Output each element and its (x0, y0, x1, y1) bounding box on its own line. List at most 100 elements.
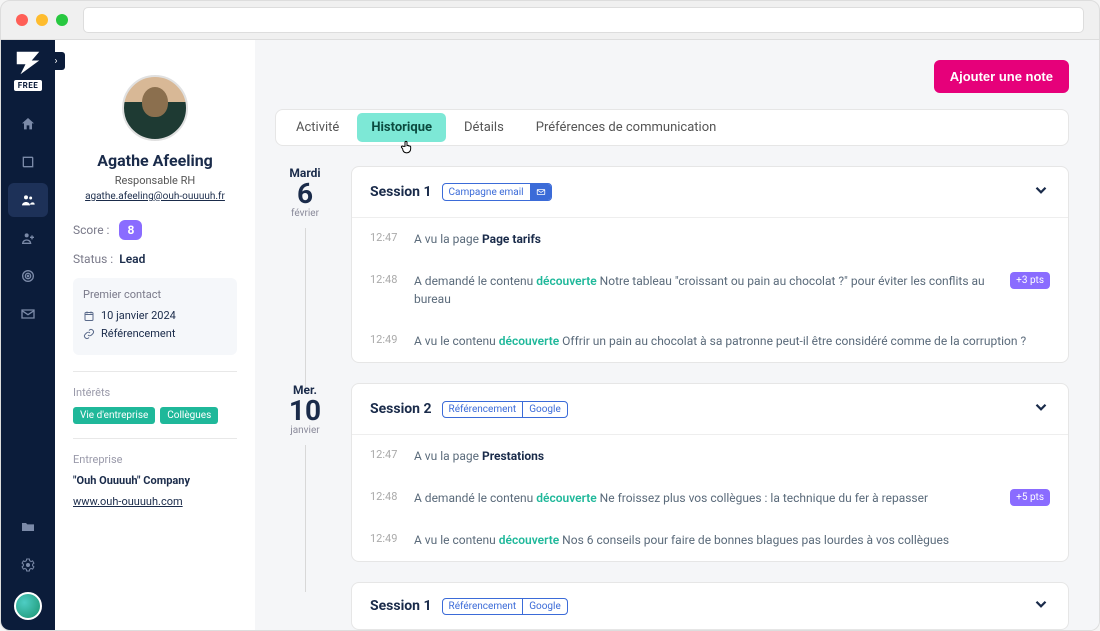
timeline-row: Mer. 10 janvier Session 2 Référencement … (275, 383, 1069, 562)
first-contact-date-text: 10 janvier 2024 (101, 309, 176, 322)
timeline-line (305, 228, 306, 393)
tag: Vie d'entreprise (73, 407, 155, 424)
divider (73, 371, 237, 372)
expand-sidebar-icon[interactable]: › (47, 52, 65, 70)
tab-details[interactable]: Détails (450, 113, 518, 142)
app-logo-icon (13, 48, 43, 78)
profile-avatar (122, 75, 188, 141)
sidebar-item-add-user[interactable] (8, 221, 48, 255)
status-label: Status : (73, 252, 113, 266)
chip-label: Référencement (443, 402, 523, 417)
date-month: janvier (275, 425, 335, 436)
event-text: A vu la page Page tarifs (414, 230, 1050, 248)
chevron-down-icon[interactable] (1032, 398, 1050, 420)
company-name: "Ouh Ouuuuh" Company (73, 474, 237, 487)
maximize-window-icon[interactable] (56, 14, 68, 26)
close-window-icon[interactable] (16, 14, 28, 26)
session-title: Session 1 (370, 598, 432, 614)
link-icon (83, 328, 95, 340)
tabs: Activité Historique Détails Préférences … (275, 109, 1069, 146)
sidebar-item-target[interactable] (8, 259, 48, 293)
profile-panel: Agathe Afeeling Responsable RH agathe.af… (55, 40, 255, 630)
profile-name: Agathe Afeeling (73, 151, 237, 170)
timeline-row: Session 1 Référencement Google (275, 582, 1069, 630)
traffic-lights (16, 14, 68, 26)
tag: Collègues (160, 407, 218, 424)
user-avatar-icon[interactable] (14, 592, 42, 620)
url-bar[interactable] (83, 7, 1084, 33)
first-contact-box: Premier contact 10 janvier 2024 Référenc… (73, 278, 237, 355)
event-time: 12:47 (370, 230, 400, 248)
event-row: 12:47 A vu la page Page tarifs (352, 218, 1068, 260)
event-row: 12:49 A vu le contenu découverte Offrir … (352, 320, 1068, 362)
session-header[interactable]: Session 1 Référencement Google (352, 583, 1068, 629)
mail-icon (531, 184, 551, 200)
sidebar-item-mail[interactable] (8, 297, 48, 331)
date-column (275, 582, 335, 630)
event-text: A vu le contenu découverte Offrir un pai… (414, 332, 1050, 350)
company-url-link[interactable]: www.ouh-ouuuuh.com (73, 495, 183, 508)
date-column: Mardi 6 février (275, 166, 335, 363)
sidebar-item-folder[interactable] (8, 510, 48, 544)
first-contact-date: 10 janvier 2024 (83, 309, 227, 322)
session-title: Session 2 (370, 401, 432, 417)
timeline-row: Mardi 6 février Session 1 Campagne email (275, 166, 1069, 363)
date-month: février (275, 208, 335, 219)
event-text: A demandé le contenu découverte Ne frois… (414, 489, 996, 507)
event-row: 12:48 A demandé le contenu découverte Ne… (352, 477, 1068, 519)
sidebar-item-settings[interactable] (8, 548, 48, 582)
session-title: Session 1 (370, 184, 432, 200)
source-chip: Référencement Google (442, 401, 568, 418)
toolbar: Ajouter une note (275, 60, 1069, 93)
score-label: Score : (73, 223, 109, 237)
interests-title: Intérêts (73, 386, 237, 399)
score-badge: 8 (119, 220, 142, 240)
interests-tags: Vie d'entreprise Collègues (73, 407, 237, 424)
event-row: 12:47 A vu la page Prestations (352, 435, 1068, 477)
sidebar-item-home[interactable] (8, 107, 48, 141)
browser-chrome (0, 0, 1100, 40)
event-time: 12:48 (370, 489, 400, 507)
event-time: 12:48 (370, 272, 400, 308)
session-header[interactable]: Session 2 Référencement Google (352, 384, 1068, 434)
profile-email-link[interactable]: agathe.afeeling@ouh-ouuuuh.fr (73, 191, 237, 202)
date-number: 6 (275, 180, 335, 208)
session-card: Session 1 Campagne email 12:47 A vu la p… (351, 166, 1069, 363)
divider (73, 438, 237, 439)
sidebar-item-book[interactable] (8, 145, 48, 179)
event-text: A demandé le contenu découverte Notre ta… (414, 272, 996, 308)
session-header[interactable]: Session 1 Campagne email (352, 167, 1068, 217)
source-chip: Campagne email (442, 183, 552, 201)
tab-communication-prefs[interactable]: Préférences de communication (522, 113, 731, 142)
add-note-button[interactable]: Ajouter une note (934, 60, 1069, 93)
event-text: A vu la page Prestations (414, 447, 1050, 465)
event-row: 12:49 A vu le contenu découverte Nos 6 c… (352, 519, 1068, 561)
calendar-icon (83, 310, 95, 322)
profile-title: Responsable RH (73, 174, 237, 187)
chevron-down-icon[interactable] (1032, 595, 1050, 617)
points-badge: +5 pts (1010, 489, 1050, 506)
timeline-line (305, 445, 306, 592)
event-time: 12:47 (370, 447, 400, 465)
minimize-window-icon[interactable] (36, 14, 48, 26)
score-row: Score : 8 (73, 220, 237, 240)
source-chip: Référencement Google (442, 598, 568, 615)
sidebar-item-contacts[interactable] (8, 183, 48, 217)
session-card: Session 2 Référencement Google 12:47 A v… (351, 383, 1069, 562)
event-row: 12:48 A demandé le contenu découverte No… (352, 260, 1068, 320)
main-area: Ajouter une note Activité Historique Dét… (255, 40, 1099, 630)
first-contact-title: Premier contact (83, 288, 227, 301)
tab-activity[interactable]: Activité (282, 113, 353, 142)
cursor-hand-icon (399, 138, 415, 156)
chip-label: Référencement (443, 599, 523, 614)
company-title: Entreprise (73, 453, 237, 466)
event-text: A vu le contenu découverte Nos 6 conseil… (414, 531, 1050, 549)
status-value: Lead (119, 252, 145, 266)
event-time: 12:49 (370, 531, 400, 549)
chevron-down-icon[interactable] (1032, 181, 1050, 203)
date-column: Mer. 10 janvier (275, 383, 335, 562)
chip-label: Campagne email (443, 185, 530, 200)
first-contact-source-text: Référencement (101, 327, 175, 340)
plan-badge: FREE (14, 80, 43, 91)
points-badge: +3 pts (1010, 272, 1050, 289)
